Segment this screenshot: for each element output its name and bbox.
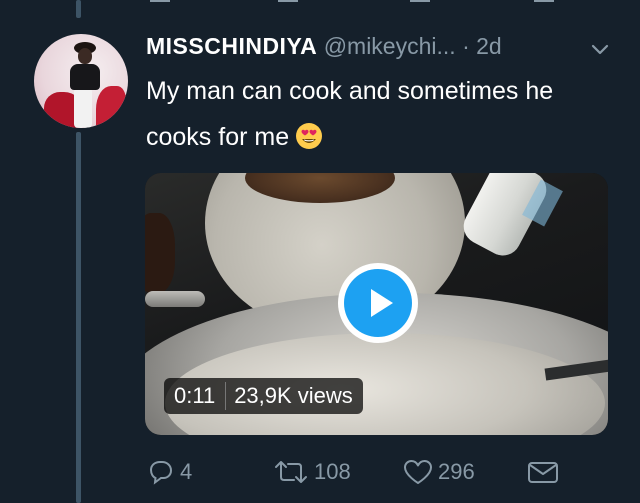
timestamp[interactable]: 2d (476, 33, 502, 59)
display-name[interactable]: MISSCHINDIYA (146, 33, 317, 59)
avatar[interactable] (34, 34, 128, 128)
reply-count: 4 (180, 459, 193, 484)
retweet-icon (275, 461, 307, 483)
tweet-actions: 4 108 296 (146, 452, 626, 492)
reply-icon (149, 461, 173, 485)
previous-tweet-actions (0, 0, 640, 4)
envelope-icon (528, 462, 558, 483)
tweet-body: My man can cook and sometimes he cooks f… (146, 77, 554, 151)
heart-eyes-emoji-icon (296, 123, 323, 149)
retweet-count: 108 (314, 459, 351, 484)
retweet-button[interactable]: 108 (272, 452, 351, 492)
video-duration: 0:11 (174, 383, 216, 408)
retweet-icon[interactable] (278, 0, 298, 2)
separator-dot: · (462, 33, 470, 59)
tweet-text: My man can cook and sometimes he cooks f… (146, 68, 616, 160)
like-count: 296 (438, 459, 475, 484)
play-icon (371, 289, 393, 317)
video-info-badge: 0:11 23,9K views (164, 378, 363, 414)
thread-connector-line (76, 0, 81, 18)
reply-button[interactable]: 4 (146, 452, 192, 492)
thread-connector-line (76, 132, 81, 503)
like-icon[interactable] (410, 0, 430, 2)
reply-icon[interactable] (150, 0, 170, 2)
tweet-header: MISSCHINDIYA @mikeychi... · 2d (146, 33, 626, 63)
direct-message-button[interactable] (526, 452, 560, 492)
user-handle[interactable]: @mikeychi... (324, 33, 456, 59)
chevron-down-icon[interactable] (590, 40, 610, 60)
view-count: 23,9K views (234, 383, 353, 408)
play-button[interactable] (338, 263, 418, 343)
like-button[interactable]: 296 (402, 452, 475, 492)
heart-icon (404, 460, 432, 484)
message-icon[interactable] (534, 0, 554, 2)
